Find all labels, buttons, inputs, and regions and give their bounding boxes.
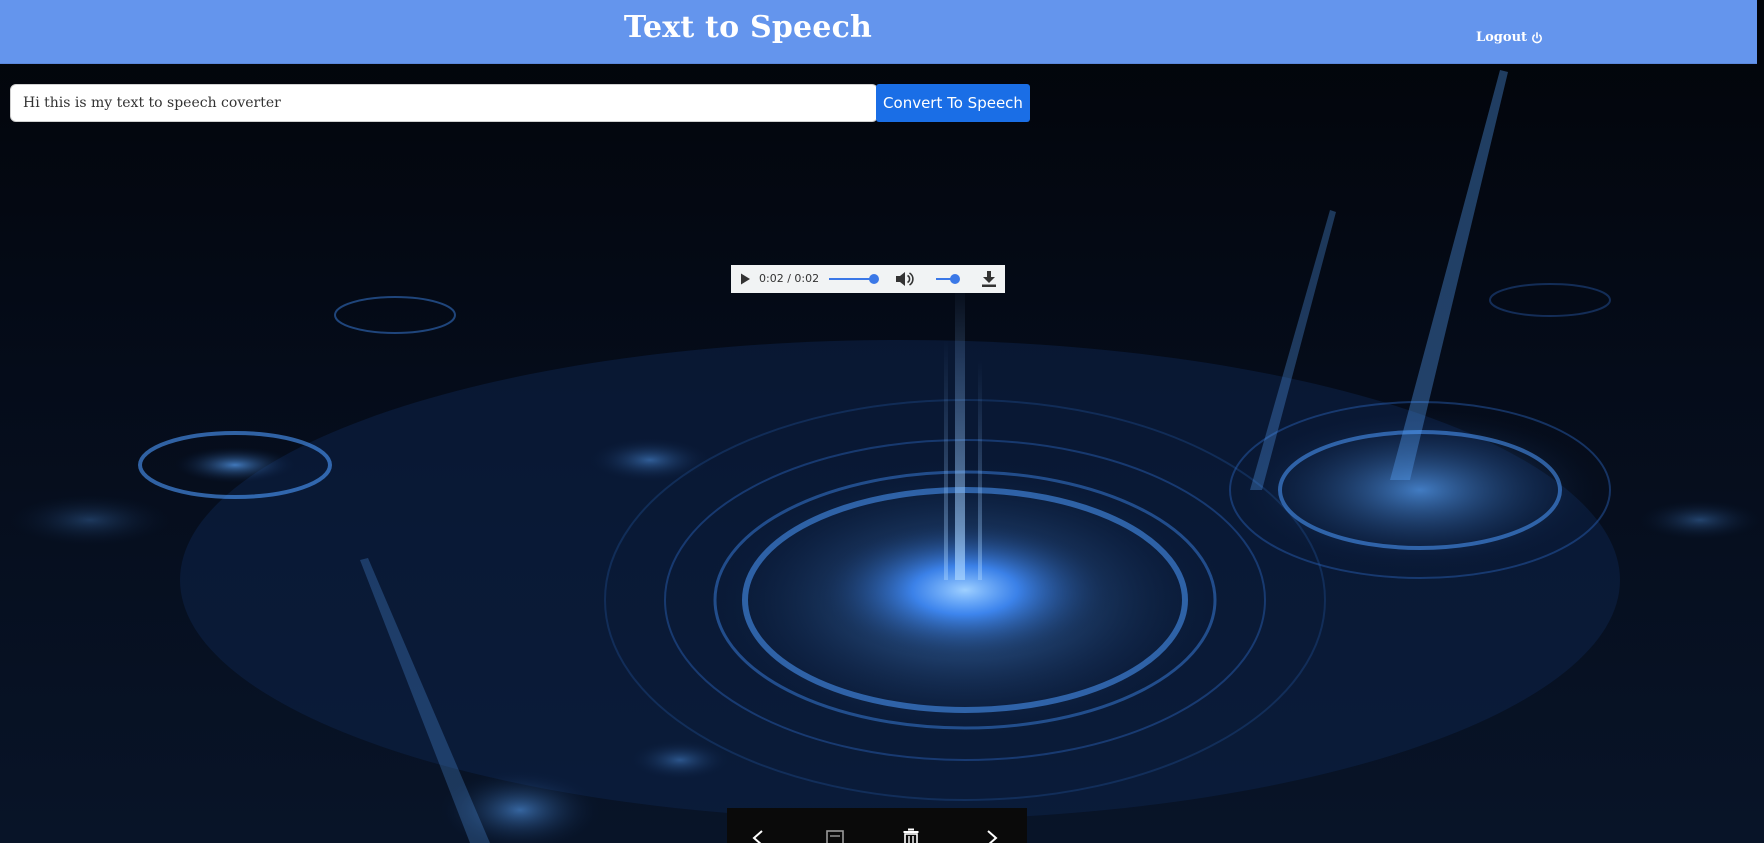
power-icon — [1532, 31, 1543, 43]
text-input[interactable] — [10, 84, 878, 122]
audio-time-display: 0:02 / 0:02 — [759, 272, 820, 285]
audio-player: 0:02 / 0:02 — [731, 265, 1005, 293]
background-fractal-image — [0, 0, 1764, 843]
bottom-toolbar — [727, 808, 1027, 843]
logout-link[interactable]: Logout — [1476, 30, 1543, 45]
volume-slider-thumb[interactable] — [950, 274, 960, 284]
image-icon[interactable] — [826, 830, 844, 843]
trash-icon[interactable] — [902, 828, 920, 843]
page-title: Text to Speech — [623, 10, 873, 45]
header-bar: Text to Speech Logout — [0, 0, 1757, 64]
chevron-right-icon[interactable] — [985, 830, 999, 843]
audio-progress-thumb[interactable] — [869, 274, 879, 284]
logout-label: Logout — [1476, 30, 1528, 45]
convert-to-speech-button[interactable]: Convert To Speech — [876, 84, 1030, 122]
volume-icon[interactable] — [895, 271, 915, 287]
volume-slider[interactable] — [936, 274, 960, 284]
play-icon[interactable] — [739, 273, 751, 285]
chevron-left-icon[interactable] — [751, 830, 765, 843]
page: Text to Speech Logout Convert To Speech … — [0, 0, 1764, 843]
audio-progress-slider[interactable] — [829, 274, 879, 284]
download-icon[interactable] — [982, 271, 996, 287]
